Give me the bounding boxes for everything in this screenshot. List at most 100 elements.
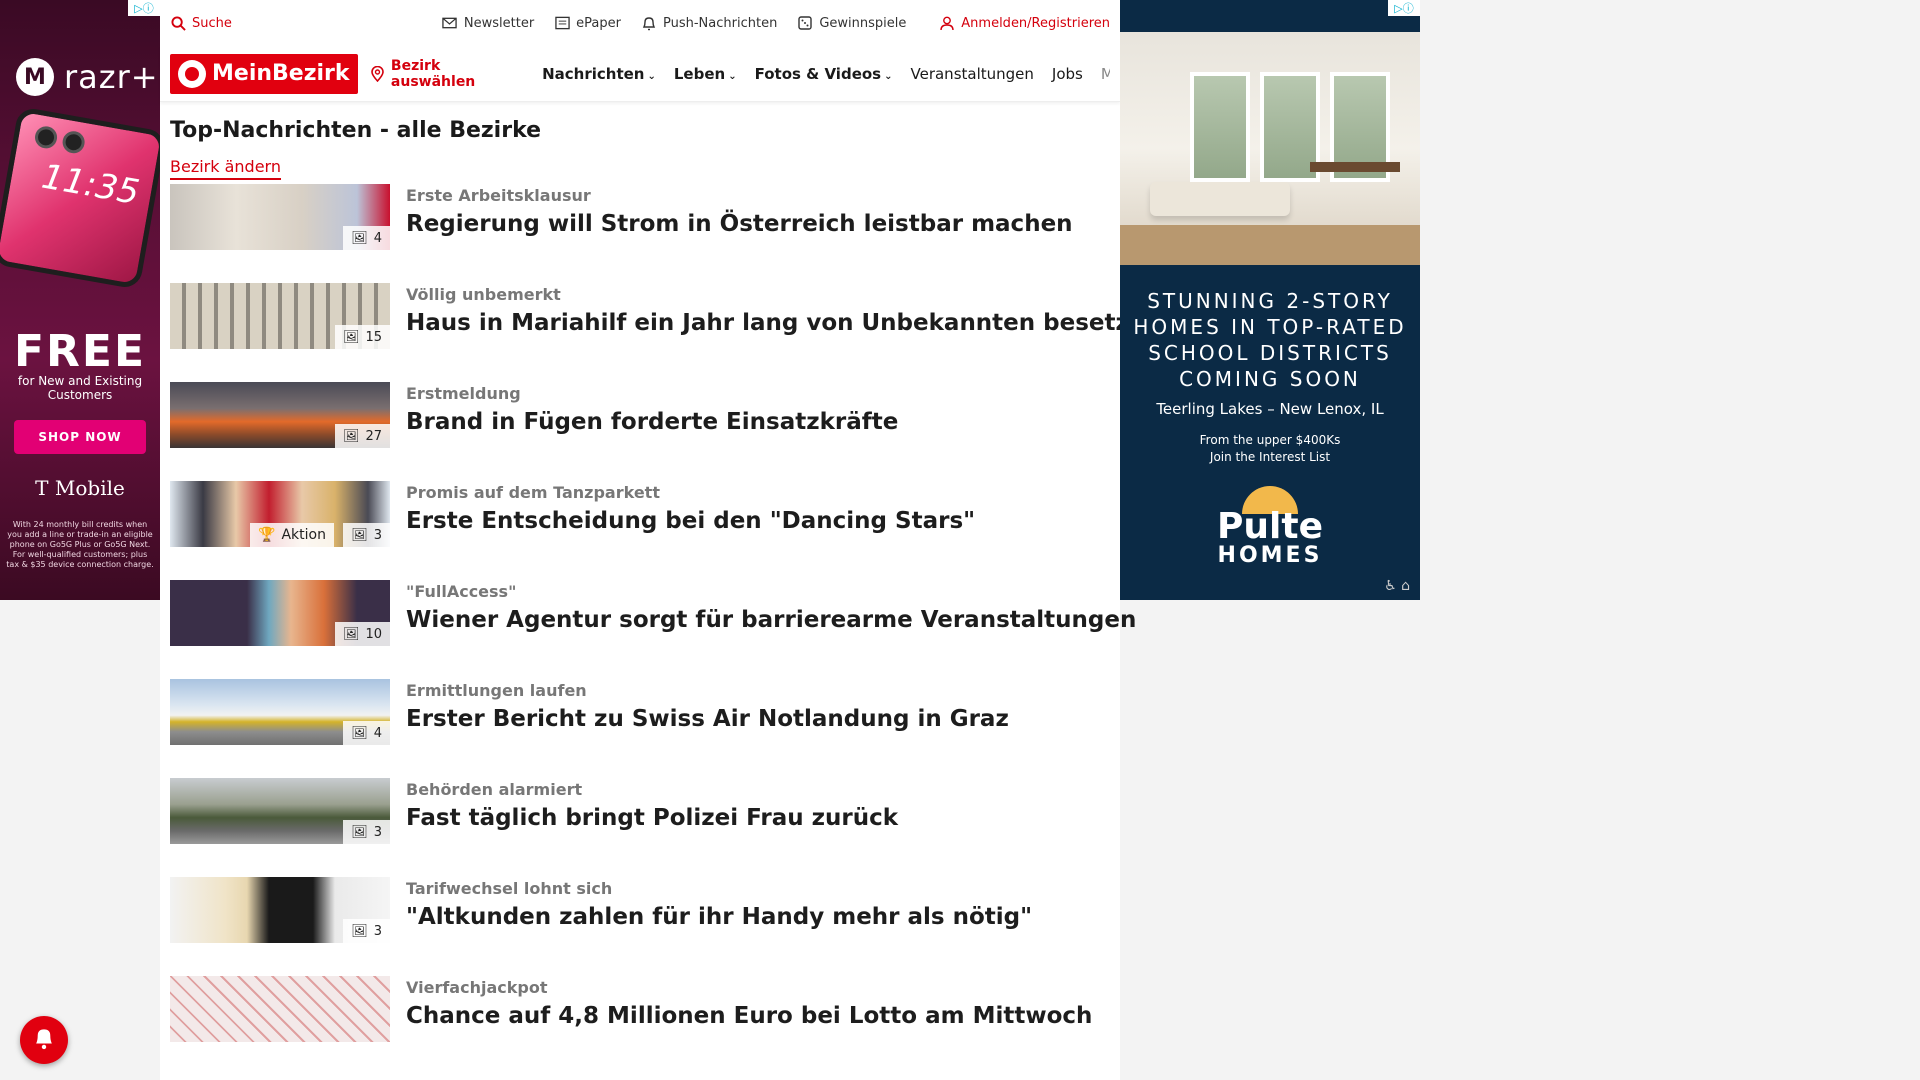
bell-icon [641,15,657,31]
gallery-count-badge: 🖼 15 [334,325,390,349]
article-item[interactable]: 🖼 27 Erstmeldung Brand in Fügen forderte … [170,382,1110,481]
article-headline[interactable]: Brand in Fügen forderte Einsatzkräfte [406,409,898,435]
article-item[interactable]: 🖼 4 Ermittlungen laufen Erster Bericht zu… [170,679,1110,778]
location-pin-icon [370,65,385,82]
epaper-link[interactable]: ePaper [554,15,621,31]
gallery-icon: 🖼 [351,527,368,543]
gallery-count-badge: 🖼 10 [334,622,390,646]
ad-subline: for New and Existing Customers [17,374,143,402]
gallery-count-badge: 🖼 3 [343,820,390,844]
bell-icon [33,1026,55,1054]
article-list: 🖼 4 Erste Arbeitsklausur Regierung will S… [170,184,1140,1075]
article-thumbnail[interactable]: 🖼 4 [170,679,390,745]
push-label: Push-Nachrichten [663,15,778,31]
gallery-icon: 🖼 [351,230,368,246]
gallery-icon: 🖼 [351,725,368,741]
article-kicker: Vierfachjackpot [406,978,548,997]
article-thumbnail[interactable]: 🖼 3 [170,877,390,943]
gallery-count-badge: 🖼 4 [343,721,390,745]
epaper-label: ePaper [576,15,621,31]
article-thumbnail[interactable]: 🖼 4 [170,184,390,250]
ad-location: Teerling Lakes – New Lenox, IL [1156,400,1384,418]
main-column: Suche Newsletter ePaper Push-Nachrichten… [160,0,1140,1080]
article-headline[interactable]: Chance auf 4,8 Millionen Euro bei Lotto … [406,1003,1092,1029]
article-kicker: Behörden alarmiert [406,780,583,799]
notification-bell-button[interactable] [20,1016,68,1064]
nav-item-leben[interactable]: Leben ⌄ [674,65,737,83]
article-headline[interactable]: Fast täglich bringt Polizei Frau zurück [406,805,898,831]
article-item[interactable]: 🖼 15 Völlig unbemerkt Haus in Mariahilf e… [170,283,1140,382]
ad-headline: FREE [13,326,147,377]
article-kicker: Erstmeldung [406,384,521,403]
article-headline[interactable]: Erster Bericht zu Swiss Air Notlandung i… [406,706,1009,732]
phone-image: 11:35 [0,106,160,290]
article-kicker: Völlig unbemerkt [406,285,561,304]
advertiser-logo: T Mobile [35,476,125,500]
login-link[interactable]: Anmelden/Registrieren [939,15,1110,31]
ad-choices-icon[interactable]: ▷ⓘ [128,0,160,16]
article-headline[interactable]: "Altkunden zahlen für ihr Handy mehr als… [406,904,1032,930]
article-item[interactable]: 🖼 3 Behörden alarmiert Fast täglich bring… [170,778,1110,877]
nav-items: Nachrichten ⌄ Leben ⌄ Fotos & Videos ⌄ Vera… [542,65,1110,83]
article-kicker: Promis auf dem Tanzparkett [406,483,660,502]
aktion-badge: 🏆 Aktion [250,523,334,547]
push-link[interactable]: Push-Nachrichten [641,15,777,31]
gallery-icon: 🖼 [351,923,368,939]
newsletter-link[interactable]: Newsletter [442,15,534,31]
shop-now-button[interactable]: SHOP NOW [14,420,146,454]
article-thumbnail[interactable]: 🖼 27 [170,382,390,448]
bezirk-select-button[interactable]: Bezirk auswählen [370,58,525,90]
gewinnspiele-label: Gewinnspiele [819,15,907,31]
right-ad-banner[interactable]: ▷ⓘ STUNNING 2-STORY HOMES IN TOP-RATED S… [1120,0,1420,600]
article-kicker: "FullAccess" [406,582,517,601]
login-label: Anmelden/Registrieren [961,15,1110,31]
gewinnspiele-link[interactable]: Gewinnspiele [797,15,906,31]
gallery-icon: 🖼 [342,329,360,345]
chevron-down-icon: ⌄ [884,70,893,82]
article-headline[interactable]: Regierung will Strom in Österreich leist… [406,211,1073,237]
article-headline[interactable]: Wiener Agentur sorgt für barrierearme Ve… [406,607,1136,633]
article-thumbnail[interactable]: 🖼 15 [170,283,390,349]
accessibility-housing-icons: ♿ ⌂ [1384,578,1410,594]
article-thumbnail[interactable] [170,976,390,1042]
article-kicker: Ermittlungen laufen [406,681,587,700]
chevron-down-icon: ⌄ [728,70,737,82]
gallery-count-badge: 🖼 3 [343,523,390,547]
change-bezirk-link[interactable]: Bezirk ändern [170,157,281,180]
bezirk-select-label: Bezirk auswählen [390,57,476,90]
article-headline[interactable]: Haus in Mariahilf ein Jahr lang von Unbe… [406,310,1140,336]
newspaper-icon [554,15,570,31]
search-link[interactable]: Suche [170,15,232,31]
nav-item-marktplatz[interactable]: Marktplatz [1101,65,1110,83]
phone-time: 11:35 [38,156,143,213]
article-item[interactable]: 🖼 3 Tarifwechsel lohnt sich "Altkunden za… [170,877,1110,976]
mail-icon [442,15,458,31]
meinbezirk-logo[interactable]: MeinBezirk [170,53,358,94]
logo-flower-icon [178,59,206,88]
nav-item-nachrichten[interactable]: Nachrichten ⌄ [542,65,656,83]
ad-headline: STUNNING 2-STORY HOMES IN TOP-RATED SCHO… [1133,289,1407,391]
article-thumbnail[interactable]: 🖼 3 [170,778,390,844]
search-label: Suche [192,15,232,31]
top-utility-bar: Suche Newsletter ePaper Push-Nachrichten… [160,0,1120,46]
article-item[interactable]: Vierfachjackpot Chance auf 4,8 Millionen… [170,976,1110,1075]
article-item[interactable]: 🖼 10 "FullAccess" Wiener Agentur sorgt fü… [170,580,1136,679]
nav-item-veranstaltungen[interactable]: Veranstaltungen [911,65,1034,83]
ad-choices-icon[interactable]: ▷ⓘ [1388,0,1420,16]
article-kicker: Tarifwechsel lohnt sich [406,879,613,898]
page-title: Top-Nachrichten - alle Bezirke [170,118,542,143]
newsletter-label: Newsletter [463,15,535,31]
nav-item-jobs[interactable]: Jobs [1052,65,1083,83]
ad-price: From the upper $400Ks Join the Interest … [1199,433,1341,464]
article-thumbnail[interactable]: 🖼 10 [170,580,390,646]
gallery-count-badge: 🖼 27 [334,424,390,448]
article-item[interactable]: 🖼 4 Erste Arbeitsklausur Regierung will S… [170,184,1110,283]
article-item[interactable]: 🏆 Aktion 🖼 3 Promis auf dem Tanzparkett Er… [170,481,1110,580]
gallery-icon: 🖼 [342,626,360,642]
nav-item-fotos-videos[interactable]: Fotos & Videos ⌄ [755,65,893,83]
article-thumbnail[interactable]: 🏆 Aktion 🖼 3 [170,481,390,547]
user-icon [939,15,955,31]
chevron-down-icon: ⌄ [647,70,656,82]
left-ad-banner[interactable]: ▷ⓘ M razr+ 11:35 FREE for New and Existi… [0,0,160,600]
article-headline[interactable]: Erste Entscheidung bei den "Dancing Star… [406,508,975,534]
